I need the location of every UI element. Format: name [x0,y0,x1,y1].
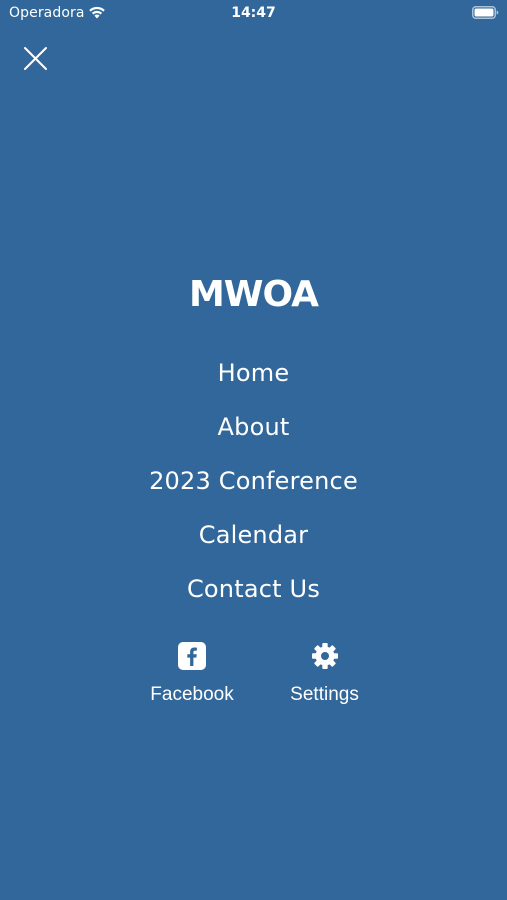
battery-icon [472,6,499,19]
facebook-label: Facebook [150,684,234,705]
navigation-menu: MWOA Home About 2023 Conference Calendar… [0,268,507,616]
social-links: Facebook Settings [0,640,507,720]
menu-item-about[interactable]: About [0,400,507,454]
settings-button[interactable]: Settings [280,640,369,706]
status-bar: Operadora 14:47 [0,0,507,28]
menu-item-contact-us[interactable]: Contact Us [0,562,507,616]
menu-item-home[interactable]: Home [0,346,507,400]
menu-item-conference[interactable]: 2023 Conference [0,454,507,508]
facebook-icon [178,642,206,670]
close-icon [24,47,47,70]
settings-label: Settings [290,684,359,705]
brand-title: MWOA [188,274,319,315]
status-time: 14:47 [231,5,276,21]
gear-icon [311,643,338,669]
facebook-button[interactable]: Facebook [141,640,243,706]
menu-item-calendar[interactable]: Calendar [0,508,507,562]
close-menu-button[interactable] [20,43,52,75]
